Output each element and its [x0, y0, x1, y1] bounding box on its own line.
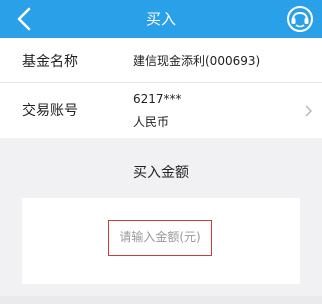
chevron-right-icon	[305, 105, 312, 117]
account-row[interactable]: 交易账号 6217*** 人民币	[0, 83, 322, 138]
amount-card: 请输入金额(元)	[22, 198, 300, 284]
page-title: 买入	[145, 10, 176, 28]
fund-name-label: 基金名称	[22, 54, 78, 70]
buy-amount-title: 买入金额	[133, 165, 189, 181]
customer-service-icon[interactable]	[286, 5, 314, 33]
fund-name-value: 建信现金添利(000693)	[133, 54, 261, 68]
app-header: 买入	[0, 0, 322, 38]
account-label: 交易账号	[22, 103, 78, 119]
account-currency: 人民币	[133, 115, 170, 129]
account-number: 6217***	[133, 92, 182, 106]
amount-input[interactable]: 请输入金额(元)	[108, 220, 212, 256]
bottom-strip	[0, 296, 322, 304]
fund-info-panel: 基金名称 建信现金添利(000693) 交易账号 6217*** 人民币	[0, 38, 322, 138]
